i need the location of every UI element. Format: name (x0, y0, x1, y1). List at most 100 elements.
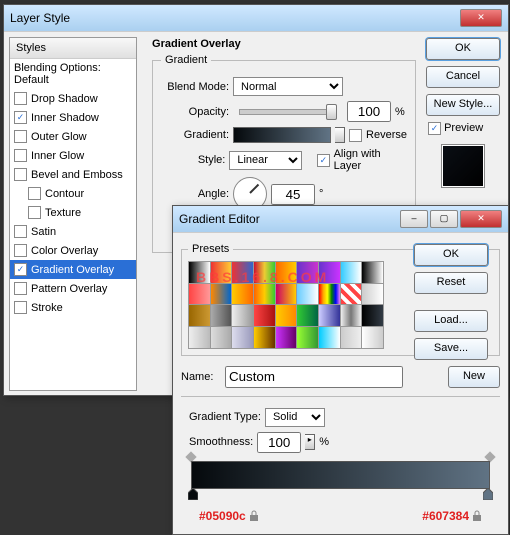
preset-swatch[interactable] (297, 262, 318, 283)
preset-swatch[interactable] (362, 262, 383, 283)
new-button[interactable]: New (448, 366, 500, 388)
close-icon[interactable]: ✕ (460, 210, 502, 228)
style-checkbox[interactable] (14, 130, 27, 143)
preset-swatch[interactable] (189, 327, 210, 348)
cancel-button[interactable]: Cancel (426, 66, 500, 88)
preset-swatch[interactable] (189, 305, 210, 326)
preset-swatch[interactable] (254, 262, 275, 283)
preset-swatch[interactable] (254, 284, 275, 305)
layer-style-titlebar[interactable]: Layer Style ✕ (4, 5, 508, 32)
style-item-inner-glow[interactable]: Inner Glow (10, 146, 136, 165)
preset-swatch[interactable] (211, 305, 232, 326)
style-checkbox[interactable]: ✓ (14, 111, 27, 124)
style-item-inner-shadow[interactable]: ✓Inner Shadow (10, 108, 136, 127)
gradient-type-select[interactable]: Solid (265, 408, 325, 427)
preset-swatch[interactable] (319, 284, 340, 305)
reset-button[interactable]: Reset (414, 272, 488, 294)
preset-swatch[interactable] (362, 305, 383, 326)
preset-swatch[interactable] (362, 284, 383, 305)
preset-swatch[interactable] (341, 327, 362, 348)
gradient-editor-titlebar[interactable]: Gradient Editor – ▢ ✕ (173, 206, 508, 233)
style-item-contour[interactable]: Contour (10, 184, 136, 203)
blend-mode-select[interactable]: Normal (233, 77, 343, 96)
style-item-drop-shadow[interactable]: Drop Shadow (10, 89, 136, 108)
smoothness-menu-icon[interactable]: ▸ (305, 434, 315, 450)
preset-swatch[interactable] (189, 284, 210, 305)
preset-swatch[interactable] (297, 327, 318, 348)
style-item-texture[interactable]: Texture (10, 203, 136, 222)
preset-swatch[interactable] (254, 305, 275, 326)
style-item-satin[interactable]: Satin (10, 222, 136, 241)
style-item-stroke[interactable]: Stroke (10, 298, 136, 317)
preset-swatch[interactable] (276, 262, 297, 283)
preview-label: Preview (444, 122, 483, 134)
blend-mode-label: Blend Mode: (161, 81, 229, 93)
preset-swatch[interactable] (232, 305, 253, 326)
blending-options-item[interactable]: Blending Options: Default (10, 59, 136, 89)
close-icon[interactable]: ✕ (460, 9, 502, 27)
gradient-editor-title: Gradient Editor (179, 212, 260, 226)
load-button[interactable]: Load... (414, 310, 488, 332)
preset-swatch[interactable] (254, 327, 275, 348)
style-item-bevel-and-emboss[interactable]: Bevel and Emboss (10, 165, 136, 184)
preset-swatch[interactable] (232, 327, 253, 348)
preset-swatch[interactable] (341, 262, 362, 283)
style-checkbox[interactable] (14, 301, 27, 314)
color-stop-left[interactable] (188, 488, 198, 500)
style-item-pattern-overlay[interactable]: Pattern Overlay (10, 279, 136, 298)
preset-swatch[interactable] (341, 305, 362, 326)
gradient-dropdown-icon[interactable] (335, 127, 345, 143)
ok-button[interactable]: OK (414, 244, 488, 266)
align-checkbox[interactable]: ✓ (317, 154, 329, 167)
preset-swatch[interactable] (319, 305, 340, 326)
preset-swatch[interactable] (341, 284, 362, 305)
gradient-picker[interactable] (233, 127, 331, 143)
ok-button[interactable]: OK (426, 38, 500, 60)
preset-swatch[interactable] (276, 284, 297, 305)
name-input[interactable] (225, 366, 403, 388)
angle-input[interactable] (271, 184, 315, 205)
preset-swatch[interactable] (211, 262, 232, 283)
style-checkbox[interactable] (14, 282, 27, 295)
style-checkbox[interactable] (14, 225, 27, 238)
minimize-icon[interactable]: – (400, 210, 428, 228)
style-checkbox[interactable] (14, 92, 27, 105)
preset-swatch[interactable] (211, 284, 232, 305)
preset-swatch[interactable] (362, 327, 383, 348)
preview-checkbox[interactable]: ✓ (428, 122, 441, 135)
color-stop-right[interactable] (483, 488, 493, 500)
style-checkbox[interactable] (14, 244, 27, 257)
opacity-slider[interactable] (239, 109, 337, 115)
opacity-input[interactable] (347, 101, 391, 122)
preset-swatch[interactable] (297, 284, 318, 305)
style-item-color-overlay[interactable]: Color Overlay (10, 241, 136, 260)
style-select[interactable]: Linear (229, 151, 301, 170)
styles-header[interactable]: Styles (10, 38, 136, 59)
style-checkbox[interactable] (28, 206, 41, 219)
preset-swatch[interactable] (276, 327, 297, 348)
style-checkbox[interactable] (28, 187, 41, 200)
style-item-gradient-overlay[interactable]: ✓Gradient Overlay (10, 260, 136, 279)
reverse-checkbox[interactable] (349, 129, 362, 142)
smoothness-input[interactable] (257, 432, 301, 453)
preset-swatch[interactable] (297, 305, 318, 326)
preset-swatch[interactable] (232, 262, 253, 283)
style-checkbox[interactable] (14, 168, 27, 181)
preset-swatch[interactable] (276, 305, 297, 326)
maximize-icon[interactable]: ▢ (430, 210, 458, 228)
style-checkbox[interactable] (14, 149, 27, 162)
gradient-bar[interactable] (191, 461, 490, 489)
preset-swatch[interactable] (319, 262, 340, 283)
save-button[interactable]: Save... (414, 338, 488, 360)
preset-swatch[interactable] (232, 284, 253, 305)
preset-swatch[interactable] (319, 327, 340, 348)
gradient-legend: Gradient (161, 54, 211, 66)
preset-swatch[interactable] (189, 262, 210, 283)
presets-label: Presets (188, 243, 233, 255)
style-checkbox[interactable]: ✓ (14, 263, 27, 276)
preset-swatch[interactable] (211, 327, 232, 348)
preset-grid (188, 261, 384, 349)
name-label: Name: (181, 371, 221, 383)
new-style-button[interactable]: New Style... (426, 94, 500, 116)
style-item-outer-glow[interactable]: Outer Glow (10, 127, 136, 146)
